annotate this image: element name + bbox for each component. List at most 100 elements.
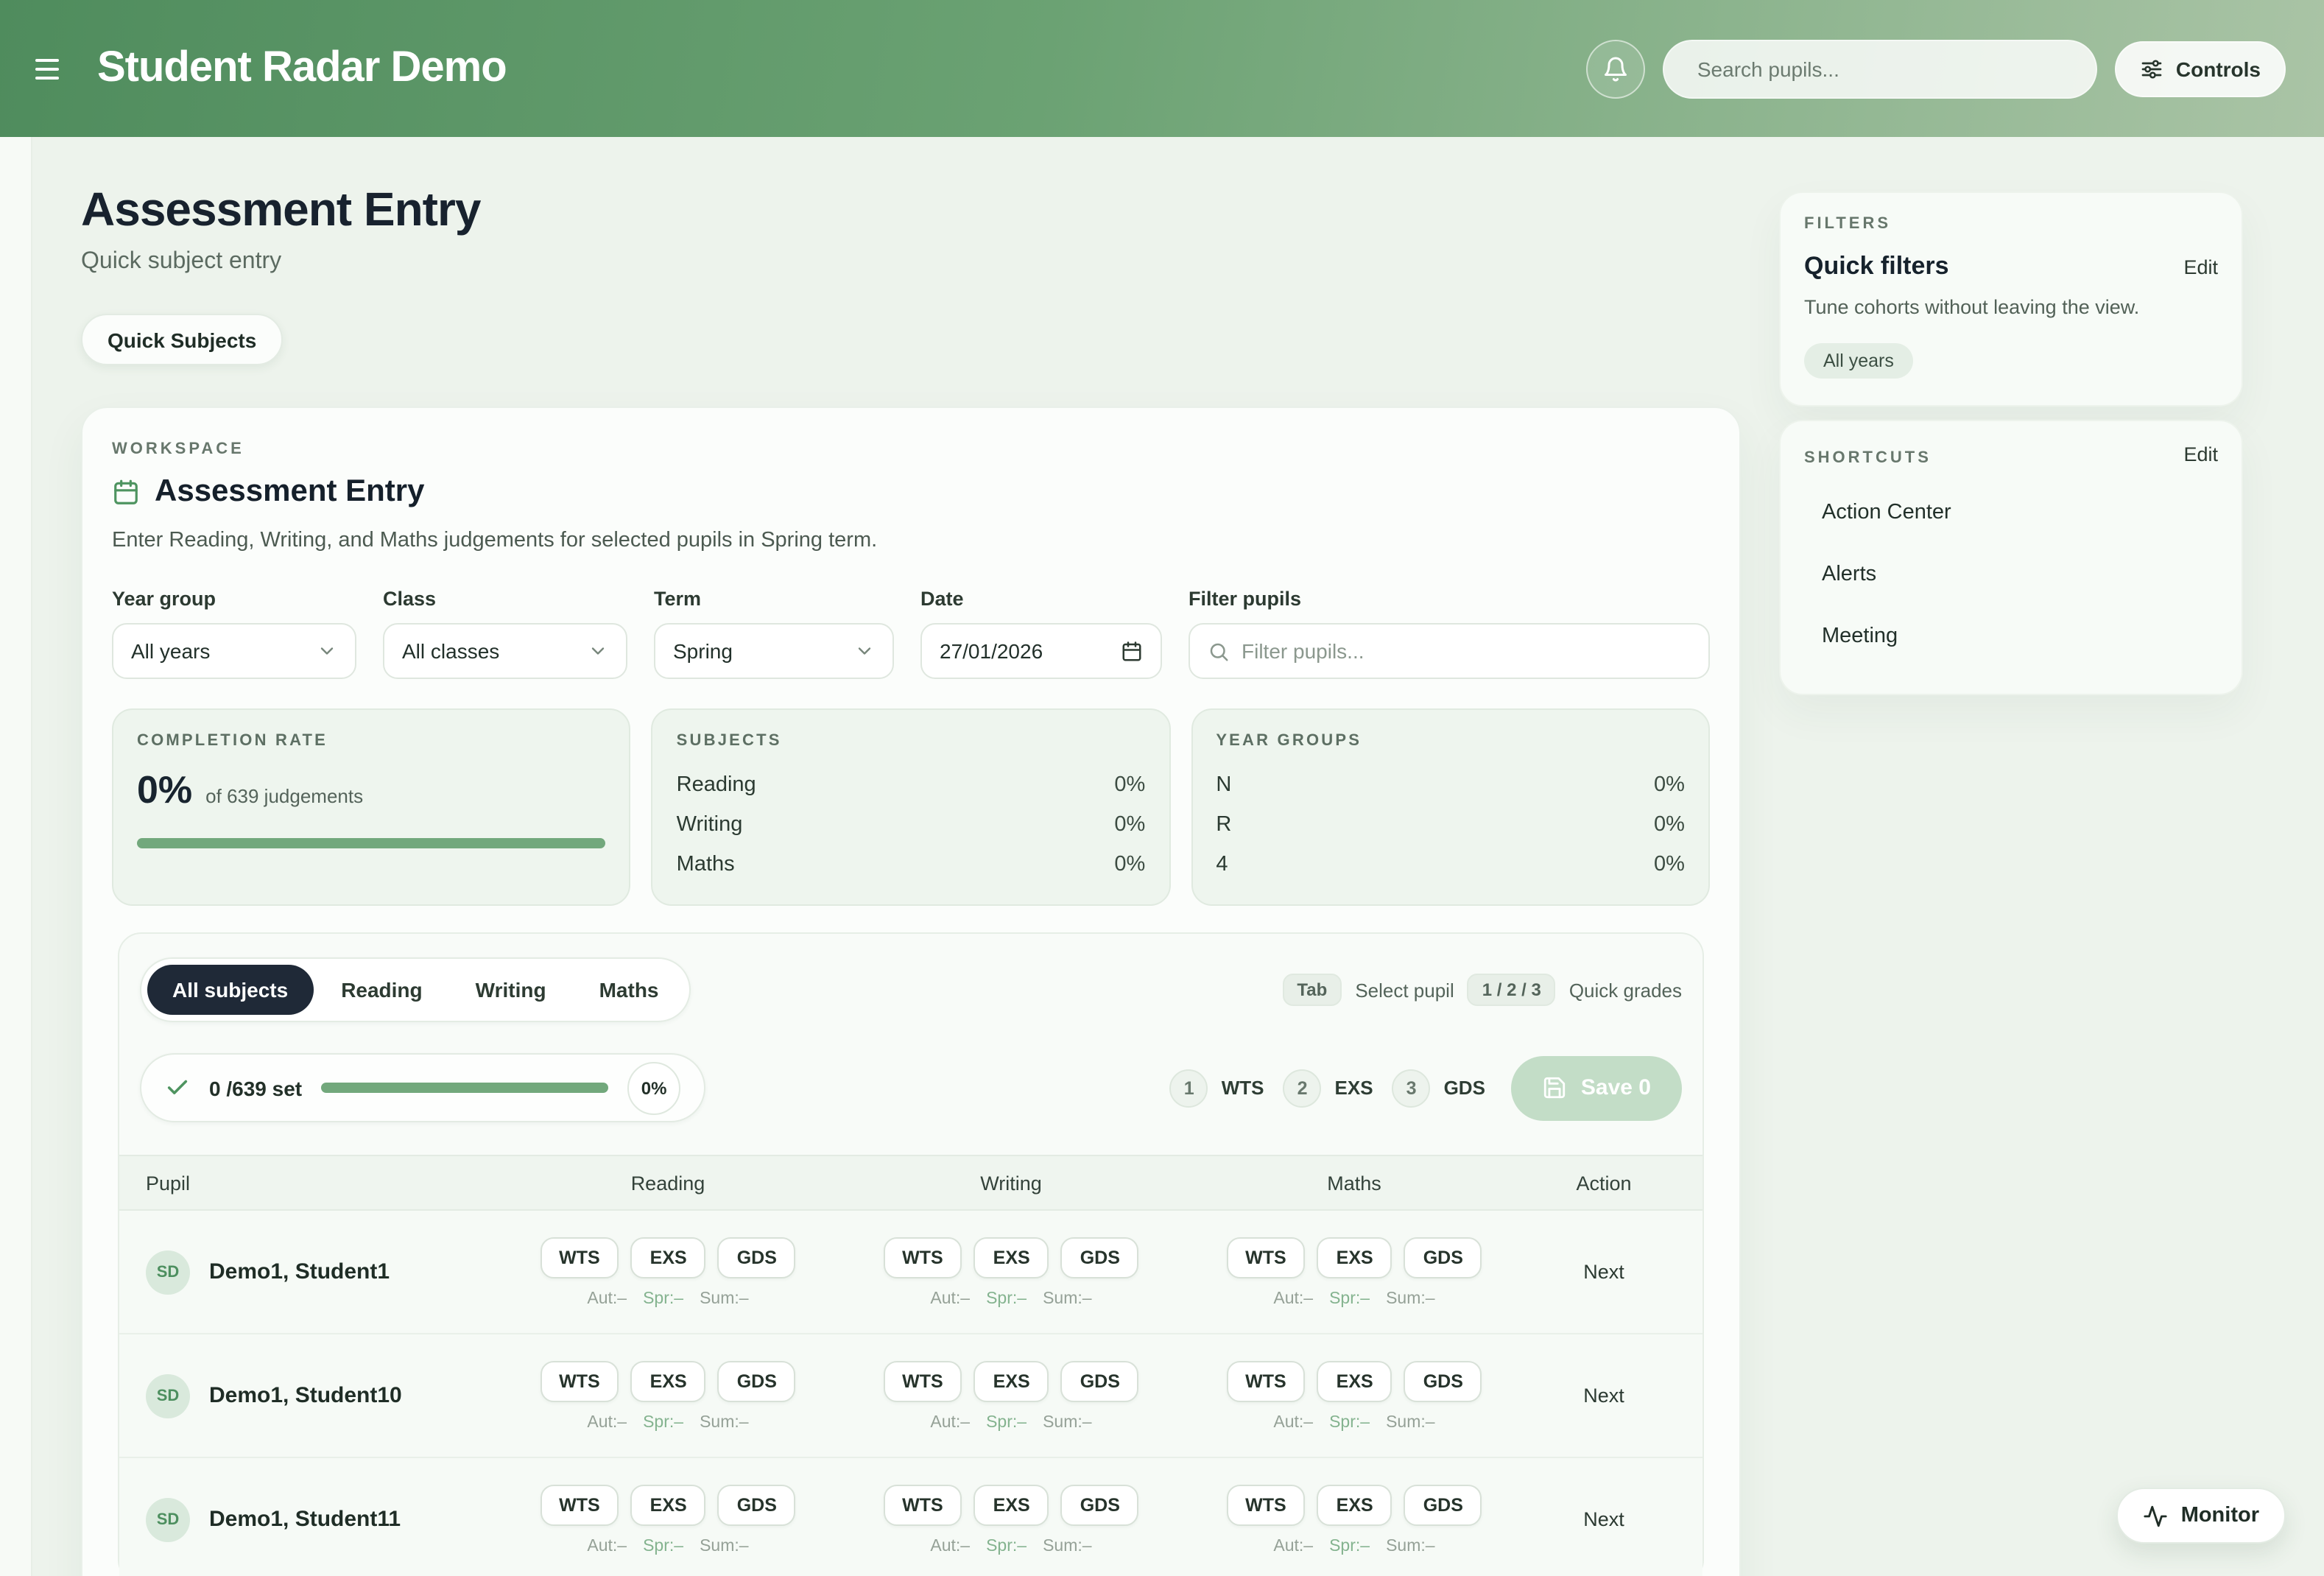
tab-all-subjects[interactable]: All subjects <box>147 965 313 1015</box>
pupil-cell: SDDemo1, Student11 <box>119 1497 496 1541</box>
tab-reading[interactable]: Reading <box>316 965 447 1015</box>
grade-button-wts[interactable]: WTS <box>1226 1360 1306 1401</box>
grade-button-wts[interactable]: WTS <box>883 1484 962 1525</box>
grade-button-wts[interactable]: WTS <box>540 1484 619 1525</box>
term-mark: Aut:– <box>587 1537 627 1555</box>
controls-button[interactable]: Controls <box>2116 41 2286 96</box>
notifications-button[interactable] <box>1587 39 1646 98</box>
action-cell: Next <box>1526 1382 1702 1409</box>
workspace-description: Enter Reading, Writing, and Maths judgem… <box>112 529 1710 552</box>
grade-button-exs[interactable]: EXS <box>631 1360 706 1401</box>
grade-button-wts[interactable]: WTS <box>1226 1236 1306 1278</box>
completion-rate-card: COMPLETION RATE 0% of 639 judgements <box>112 708 631 906</box>
tab-writing[interactable]: Writing <box>451 965 571 1015</box>
grade-button-gds[interactable]: GDS <box>1061 1484 1139 1525</box>
grade-button-gds[interactable]: GDS <box>1061 1236 1139 1278</box>
term-label: Term <box>654 588 894 610</box>
shortcut-action-center[interactable]: Action Center <box>1804 481 2218 543</box>
grade-button-exs[interactable]: EXS <box>1317 1236 1392 1278</box>
grade-button-gds[interactable]: GDS <box>718 1360 796 1401</box>
menu-button[interactable] <box>35 52 74 85</box>
stats-row: COMPLETION RATE 0% of 639 judgements SUB… <box>112 708 1710 906</box>
quick-subjects-button[interactable]: Quick Subjects <box>81 314 283 365</box>
key-label-exs: EXS <box>1335 1077 1373 1099</box>
completion-rate-value: 0% <box>137 767 192 813</box>
grade-button-gds[interactable]: GDS <box>1404 1236 1482 1278</box>
grade-button-gds[interactable]: GDS <box>1404 1360 1482 1401</box>
top-bar: Student Radar Demo Controls <box>0 0 2324 137</box>
grade-button-gds[interactable]: GDS <box>1061 1360 1139 1401</box>
grade-button-exs[interactable]: EXS <box>974 1236 1049 1278</box>
date-input[interactable]: 27/01/2026 <box>920 623 1162 679</box>
subjects-label: SUBJECTS <box>677 732 1146 750</box>
action-cell: Next <box>1526 1259 1702 1285</box>
tab-maths[interactable]: Maths <box>574 965 684 1015</box>
grade-button-wts[interactable]: WTS <box>883 1236 962 1278</box>
grade-cell-reading: WTSEXSGDSAut:–Spr:–Sum:– <box>496 1360 839 1431</box>
filters-description: Tune cohorts without leaving the view. <box>1804 293 2146 322</box>
grade-button-exs[interactable]: EXS <box>1317 1360 1392 1401</box>
grade-button-exs[interactable]: EXS <box>631 1236 706 1278</box>
subjects-card: SUBJECTS Reading0%Writing0%Maths0% <box>652 708 1171 906</box>
monitor-button[interactable]: Monitor <box>2116 1488 2286 1544</box>
term-mark: Spr:– <box>643 1290 683 1307</box>
subject-value: 0% <box>1114 812 1145 836</box>
shortcut-alerts[interactable]: Alerts <box>1804 543 2218 605</box>
year-groups-label: YEAR GROUPS <box>1216 732 1685 750</box>
year-group-value: 0% <box>1654 852 1685 876</box>
year-group-row-4: 40% <box>1216 844 1685 884</box>
grade-button-gds[interactable]: GDS <box>1404 1484 1482 1525</box>
shortcuts-edit-link[interactable]: Edit <box>2183 443 2218 465</box>
pupil-cell: SDDemo1, Student10 <box>119 1373 496 1418</box>
subject-value: 0% <box>1114 852 1145 876</box>
column-header-reading: Reading <box>496 1172 839 1194</box>
term-mark: Aut:– <box>587 1290 627 1307</box>
class-select[interactable]: All classes <box>383 623 627 679</box>
filter-pupils-input[interactable] <box>1242 639 1691 663</box>
search-input[interactable] <box>1663 39 2098 98</box>
next-button[interactable]: Next <box>1583 1384 1624 1406</box>
workspace-eyebrow: WORKSPACE <box>112 440 1710 458</box>
grade-button-wts[interactable]: WTS <box>540 1236 619 1278</box>
next-button[interactable]: Next <box>1583 1260 1624 1282</box>
filter-chip-all-years[interactable]: All years <box>1804 342 1913 378</box>
subject-row-maths: Maths0% <box>677 844 1146 884</box>
grade-button-gds[interactable]: GDS <box>718 1484 796 1525</box>
grade-button-wts[interactable]: WTS <box>1226 1484 1306 1525</box>
key-label-wts: WTS <box>1222 1077 1264 1099</box>
column-header-pupil: Pupil <box>119 1172 496 1194</box>
grade-buttons: WTS EXS GDS <box>839 1236 1183 1278</box>
term-mark: Sum:– <box>1386 1290 1435 1307</box>
term-mark: Aut:– <box>1273 1413 1313 1431</box>
year-group-select[interactable]: All years <box>112 623 356 679</box>
grade-buttons: WTS EXS GDS <box>1183 1360 1526 1401</box>
term-mark: Sum:– <box>1043 1537 1092 1555</box>
subject-value: 0% <box>1114 773 1145 796</box>
grade-button-exs[interactable]: EXS <box>631 1484 706 1525</box>
grade-button-exs[interactable]: EXS <box>974 1484 1049 1525</box>
workspace-title: Assessment Entry <box>155 474 425 510</box>
grade-button-gds[interactable]: GDS <box>718 1236 796 1278</box>
save-button[interactable]: Save 0 <box>1512 1055 1682 1120</box>
grade-button-exs[interactable]: EXS <box>974 1360 1049 1401</box>
pupil-name: Demo1, Student11 <box>209 1507 401 1532</box>
set-count-text: 0 /639 set <box>209 1076 302 1100</box>
grade-button-wts[interactable]: WTS <box>540 1360 619 1401</box>
term-mark: Sum:– <box>1043 1413 1092 1431</box>
filter-pupils-label: Filter pupils <box>1189 588 1710 610</box>
grade-button-wts[interactable]: WTS <box>883 1360 962 1401</box>
term-mark: Aut:– <box>930 1290 970 1307</box>
shortcut-list: Action CenterAlertsMeeting <box>1804 481 2218 666</box>
term-mark: Sum:– <box>700 1290 749 1307</box>
next-button[interactable]: Next <box>1583 1508 1624 1530</box>
calendar-icon <box>1121 640 1143 662</box>
grade-cell-writing: WTSEXSGDSAut:–Spr:–Sum:– <box>839 1484 1183 1555</box>
term-select[interactable]: Spring <box>654 623 894 679</box>
grade-button-exs[interactable]: EXS <box>1317 1484 1392 1525</box>
term-mark: Sum:– <box>1386 1413 1435 1431</box>
term-mark: Sum:– <box>1043 1290 1092 1307</box>
shortcut-meeting[interactable]: Meeting <box>1804 605 2218 666</box>
right-sidebar: FILTERS Quick filters Edit Tune cohorts … <box>1779 137 2243 694</box>
column-header-maths: Maths <box>1183 1172 1526 1194</box>
filters-edit-link[interactable]: Edit <box>2183 256 2218 278</box>
